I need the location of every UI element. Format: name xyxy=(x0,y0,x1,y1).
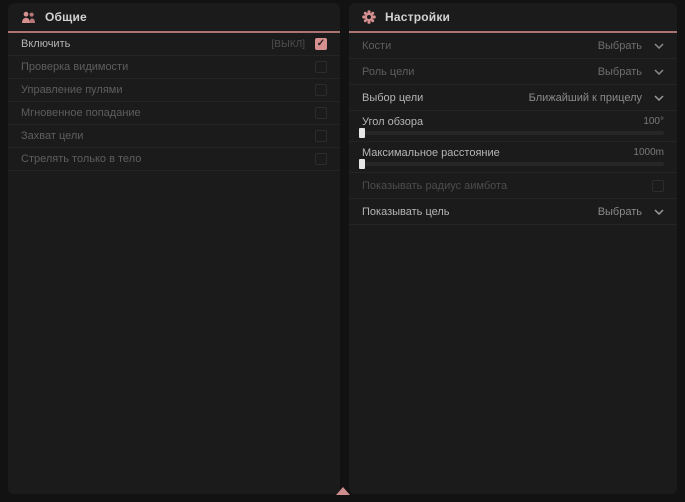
keybind-label[interactable]: [ВЫКЛ] xyxy=(272,39,305,50)
row-enable-label: Включить xyxy=(21,38,70,50)
target-role-dropdown-value: Выбрать xyxy=(598,66,642,78)
panel-settings-header: Настройки xyxy=(349,3,677,33)
row-fov-label: Угол обзора xyxy=(362,116,423,128)
row-show-target-label: Показывать цель xyxy=(362,206,450,218)
row-target-selection-label: Выбор цели xyxy=(362,92,423,104)
max-distance-slider[interactable] xyxy=(362,162,664,166)
general-rows: Включить [ВЫКЛ] ✓ Проверка видимости Упр… xyxy=(8,33,340,171)
chevron-down-icon xyxy=(654,69,664,75)
visibility-check-checkbox[interactable] xyxy=(315,61,327,73)
body-only-checkbox[interactable] xyxy=(315,153,327,165)
panel-settings: Настройки Кости Выбрать Роль цели Выбрат… xyxy=(349,3,677,494)
row-fov: Угол обзора 100° xyxy=(349,111,677,142)
row-bones[interactable]: Кости Выбрать xyxy=(349,33,677,59)
chevron-down-icon xyxy=(654,209,664,215)
row-show-aim-radius-label: Показывать радиус аимбота xyxy=(362,180,507,192)
row-body-only[interactable]: Стрелять только в тело xyxy=(8,148,340,171)
chevron-down-icon xyxy=(654,95,664,101)
row-max-distance: Максимальное расстояние 1000m xyxy=(349,142,677,173)
bullet-control-checkbox[interactable] xyxy=(315,84,327,96)
show-aim-radius-checkbox[interactable] xyxy=(652,180,664,192)
max-distance-slider-handle[interactable] xyxy=(359,159,365,169)
bones-dropdown-value: Выбрать xyxy=(598,40,642,52)
enable-checkbox[interactable]: ✓ xyxy=(315,38,327,50)
target-selection-dropdown[interactable]: Ближайший к прицелу xyxy=(529,92,664,104)
scroll-up-arrow-icon[interactable] xyxy=(336,487,350,495)
show-target-dropdown[interactable]: Выбрать xyxy=(598,206,664,218)
row-bones-label: Кости xyxy=(362,40,391,52)
settings-rows: Кости Выбрать Роль цели Выбрать Выбор це… xyxy=(349,33,677,225)
target-lock-checkbox[interactable] xyxy=(315,130,327,142)
row-enable[interactable]: Включить [ВЫКЛ] ✓ xyxy=(8,33,340,56)
users-icon xyxy=(21,11,36,24)
mod-menu: Общие Включить [ВЫКЛ] ✓ Проверка видимос… xyxy=(0,0,685,502)
row-target-lock-label: Захват цели xyxy=(21,130,83,142)
fov-slider[interactable] xyxy=(362,131,664,135)
row-visibility-check-label: Проверка видимости xyxy=(21,61,128,73)
row-show-aim-radius[interactable]: Показывать радиус аимбота xyxy=(349,173,677,199)
checkmark-icon: ✓ xyxy=(317,39,325,49)
row-visibility-check[interactable]: Проверка видимости xyxy=(8,56,340,79)
row-body-only-label: Стрелять только в тело xyxy=(21,153,141,165)
show-target-dropdown-value: Выбрать xyxy=(598,206,642,218)
panel-settings-title: Настройки xyxy=(385,10,450,24)
row-bullet-control-label: Управление пулями xyxy=(21,84,123,96)
fov-slider-handle[interactable] xyxy=(359,128,365,138)
bones-dropdown[interactable]: Выбрать xyxy=(598,40,664,52)
panel-general-header: Общие xyxy=(8,3,340,33)
panel-general: Общие Включить [ВЫКЛ] ✓ Проверка видимос… xyxy=(8,3,340,494)
target-selection-dropdown-value: Ближайший к прицелу xyxy=(529,92,642,104)
instant-hit-checkbox[interactable] xyxy=(315,107,327,119)
row-instant-hit[interactable]: Мгновенное попадание xyxy=(8,102,340,125)
panel-general-title: Общие xyxy=(45,10,87,24)
row-show-target[interactable]: Показывать цель Выбрать xyxy=(349,199,677,225)
row-bullet-control[interactable]: Управление пулями xyxy=(8,79,340,102)
target-role-dropdown[interactable]: Выбрать xyxy=(598,66,664,78)
row-max-distance-label: Максимальное расстояние xyxy=(362,147,500,159)
row-target-role-label: Роль цели xyxy=(362,66,414,78)
fov-value: 100° xyxy=(643,116,664,127)
row-instant-hit-label: Мгновенное попадание xyxy=(21,107,141,119)
row-target-selection[interactable]: Выбор цели Ближайший к прицелу xyxy=(349,85,677,111)
row-target-lock[interactable]: Захват цели xyxy=(8,125,340,148)
gear-icon xyxy=(362,10,376,24)
max-distance-value: 1000m xyxy=(633,147,664,158)
chevron-down-icon xyxy=(654,43,664,49)
row-target-role[interactable]: Роль цели Выбрать xyxy=(349,59,677,85)
